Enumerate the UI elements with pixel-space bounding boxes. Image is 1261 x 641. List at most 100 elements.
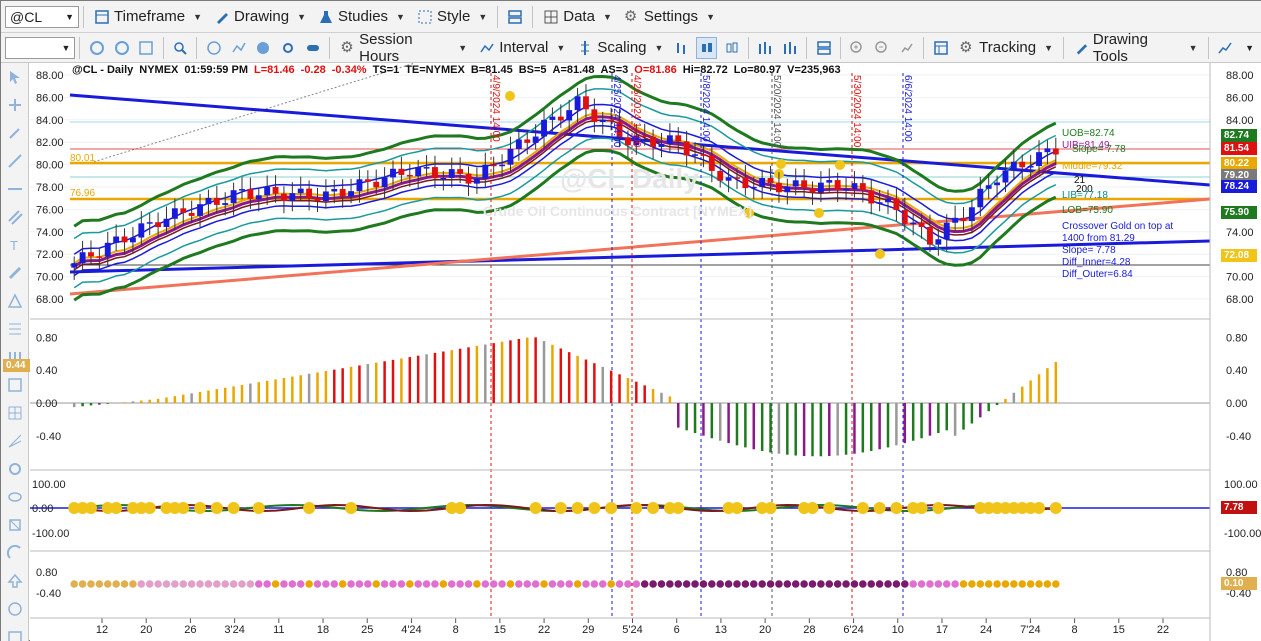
crossover-note: Crossover Gold on top at 1400 from 81.29…	[1062, 221, 1173, 281]
spiral-icon[interactable]	[1, 455, 29, 483]
histogram-icon[interactable]	[780, 37, 801, 59]
scaling-menu[interactable]: Scaling ▼	[571, 35, 669, 61]
horizontal-line-icon[interactable]	[1, 175, 29, 203]
signal-dot	[926, 580, 934, 588]
cycle-icon[interactable]	[1, 371, 29, 399]
clock-icon[interactable]	[203, 37, 224, 59]
crosshair-icon[interactable]	[1, 91, 29, 119]
tracking-menu[interactable]: ⚙ Tracking ▼	[953, 35, 1059, 61]
osc-signal-dot	[194, 502, 207, 514]
channel-icon[interactable]	[1, 203, 29, 231]
osc-signal-dot	[647, 502, 660, 514]
studies-menu[interactable]: Studies ▼	[312, 4, 411, 30]
chart-area[interactable]: 4/9/2024 14:00 4/25/2024 14:00 4/26/2024 1…	[3, 63, 1261, 641]
drawing-tools-menu[interactable]: Drawing Tools ▼	[1068, 31, 1204, 65]
data-menu[interactable]: Data ▼	[537, 4, 618, 30]
candle-up	[138, 223, 145, 238]
signal-dot	[573, 580, 582, 588]
scaling-icon	[581, 40, 590, 55]
trendline-icon[interactable]	[1, 147, 29, 175]
left-tool-palette: T	[1, 63, 29, 641]
session-hours-menu[interactable]: ⚙ Session Hours ▼	[334, 31, 473, 65]
osc-signal-dot	[303, 502, 316, 514]
candle-down	[121, 236, 128, 243]
diff-outer-line: Diff_Outer=6.84	[1062, 269, 1133, 280]
volume-bars-icon[interactable]	[755, 37, 776, 59]
signal-dot	[657, 580, 666, 588]
pie-icon[interactable]	[253, 37, 274, 59]
symbol-selector[interactable]: @CL ▼	[5, 5, 79, 28]
price-axis-label-right: 86.00	[1226, 92, 1254, 104]
refresh-icon[interactable]	[86, 37, 107, 59]
candle-up	[448, 169, 455, 178]
candle-up	[885, 198, 891, 203]
toggle-icon[interactable]	[303, 37, 324, 59]
layout-icon[interactable]	[504, 6, 526, 28]
fibonacci-icon[interactable]	[1, 315, 29, 343]
zoom-in-icon[interactable]	[847, 37, 868, 59]
interval-menu[interactable]: Interval ▼	[473, 35, 571, 61]
ellipse-icon[interactable]	[1, 483, 29, 511]
triangle-icon[interactable]	[1, 287, 29, 315]
signal-dot	[405, 580, 414, 588]
signal-dot	[1026, 580, 1035, 588]
candle-down	[776, 183, 782, 193]
signal-dot	[699, 580, 708, 588]
style-menu[interactable]: Style ▼	[411, 4, 493, 30]
arc-icon[interactable]	[1, 539, 29, 567]
dot-axis-label-left: -0.40	[36, 588, 61, 600]
divider	[806, 36, 808, 59]
timeframe-menu[interactable]: Timeframe ▼	[88, 4, 208, 30]
header-exchange: NYMEX	[139, 64, 179, 76]
signal-dot	[1018, 580, 1027, 588]
trend-icon[interactable]	[1214, 37, 1235, 59]
osc-axis-label-right: -100.00	[1224, 528, 1261, 540]
price-axis-label-left: 82.00	[36, 137, 64, 149]
layout-icon[interactable]	[813, 37, 834, 59]
candle-down	[1052, 148, 1059, 155]
candle-up	[692, 154, 698, 156]
settings-menu[interactable]: ⚙ Settings ▼	[618, 4, 721, 30]
reload-icon[interactable]	[111, 37, 132, 59]
signal-dot	[171, 580, 179, 588]
chart-icon[interactable]	[228, 37, 249, 59]
candlestick-icon[interactable]	[696, 36, 718, 59]
text-tool-icon[interactable]: T	[1, 231, 29, 259]
window-icon[interactable]	[136, 37, 157, 59]
settings-icon[interactable]	[278, 37, 299, 59]
pointer-icon[interactable]	[1, 63, 29, 91]
macd-axis-label-left: 0.40	[36, 365, 57, 377]
settings-label: Settings	[643, 8, 699, 25]
brush-icon[interactable]	[1, 259, 29, 287]
interval-dropdown[interactable]: ▼	[5, 36, 76, 59]
candle-down	[155, 222, 162, 228]
eraser-icon[interactable]	[1, 511, 29, 539]
speed-line-icon[interactable]	[1, 427, 29, 455]
hollow-candle-icon[interactable]	[721, 37, 742, 59]
candle-up	[515, 139, 522, 149]
signal-dot	[95, 580, 104, 588]
signal-dot	[632, 580, 641, 588]
signal-dot	[355, 580, 364, 588]
signal-dot	[548, 580, 557, 588]
rectangle-icon[interactable]	[1, 623, 29, 641]
zoom-out-icon[interactable]	[872, 37, 893, 59]
drawing-menu[interactable]: Drawing ▼	[208, 4, 312, 30]
macd-axis-label-left: 0.00	[36, 398, 57, 410]
data-window-icon[interactable]	[930, 37, 951, 59]
candle-down	[767, 178, 774, 184]
arrow-icon[interactable]	[1, 567, 29, 595]
candle-up	[104, 242, 111, 257]
candle-down	[406, 174, 413, 177]
wrench-icon[interactable]	[1, 119, 29, 147]
magnifier-icon[interactable]	[170, 37, 191, 59]
chevron-down-icon[interactable]: ▼	[1239, 37, 1260, 59]
bar-chart-icon[interactable]	[671, 37, 692, 59]
circle-icon[interactable]	[1, 595, 29, 623]
pan-icon[interactable]	[897, 37, 918, 59]
grid-tool-icon[interactable]	[1, 399, 29, 427]
crossover-line-2: 1400 from 81.29	[1062, 233, 1135, 244]
flask-icon	[320, 10, 332, 23]
candle-up	[977, 188, 984, 208]
candle-up	[230, 190, 237, 204]
